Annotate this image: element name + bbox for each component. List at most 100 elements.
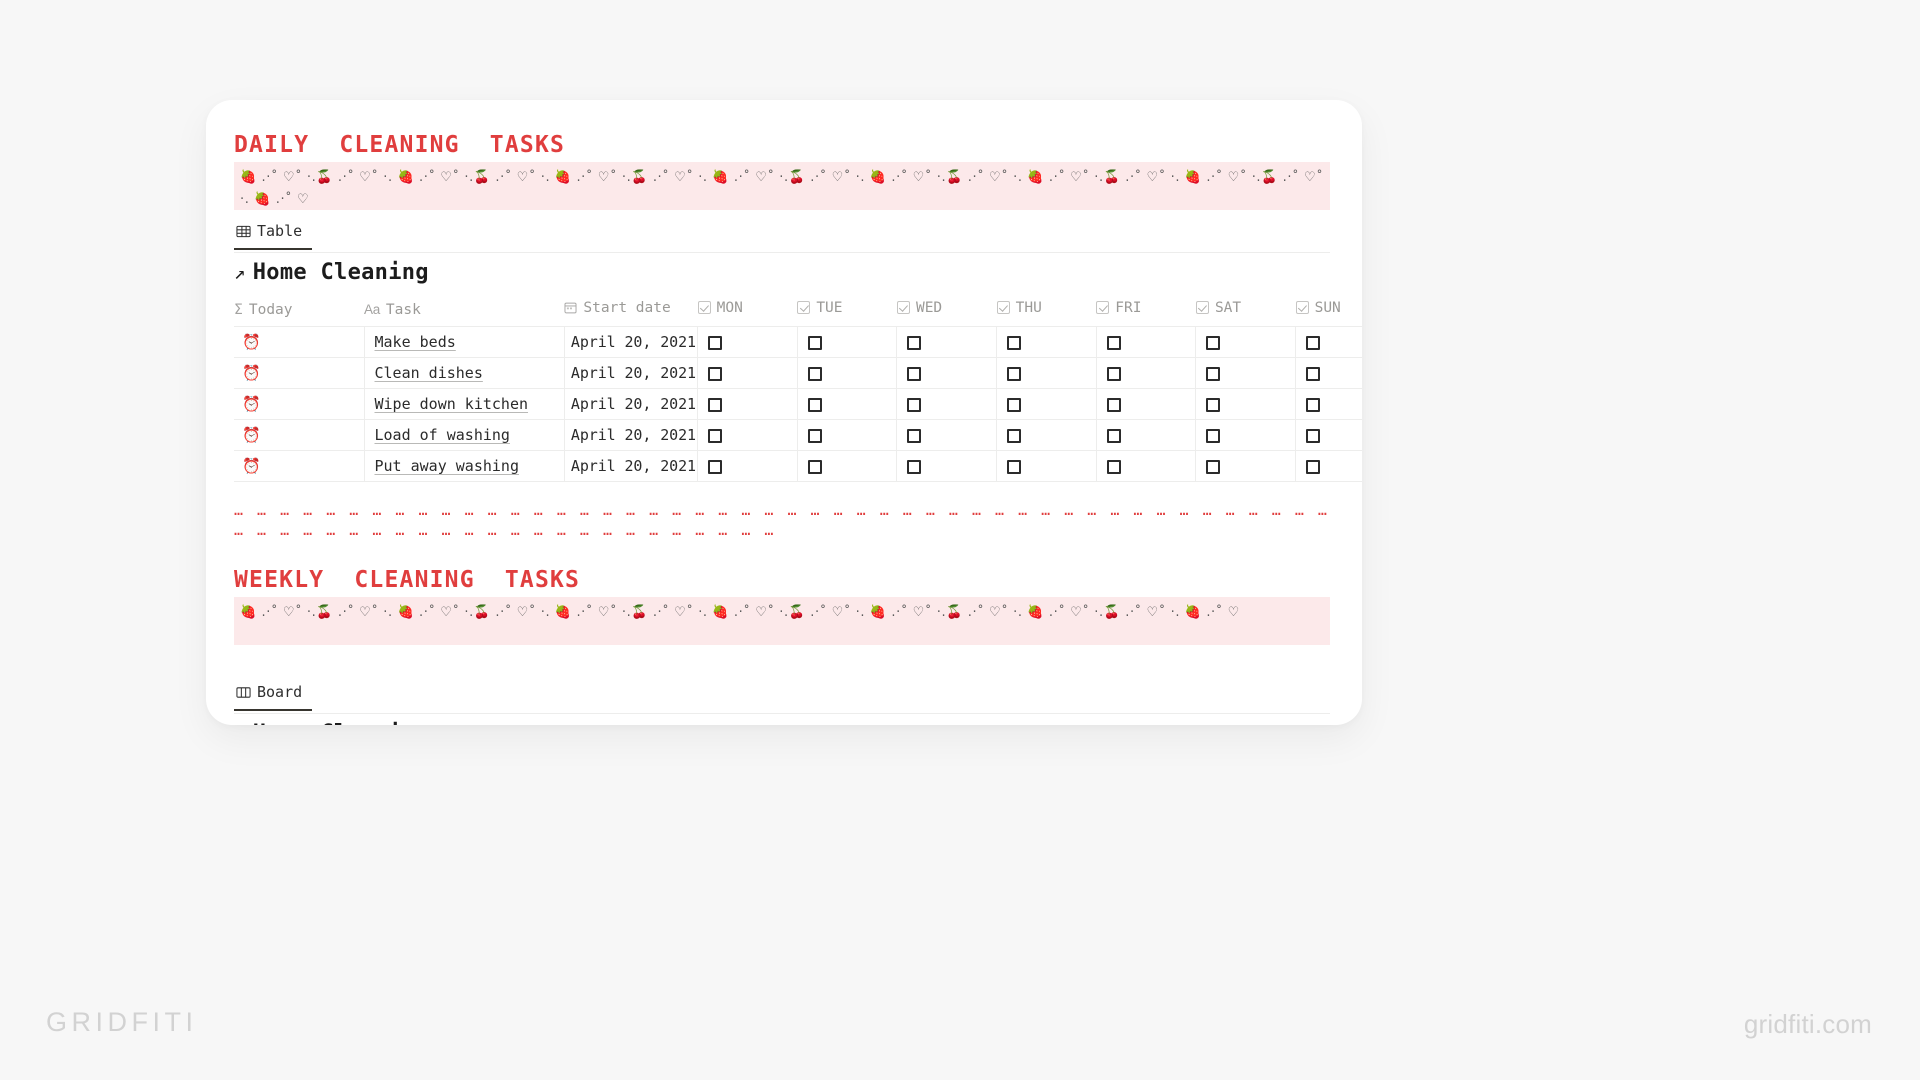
cell-task[interactable]: Wipe down kitchen bbox=[364, 388, 565, 420]
cell-tue[interactable] bbox=[797, 326, 898, 358]
cell-sat[interactable] bbox=[1195, 326, 1297, 358]
cell-thu[interactable] bbox=[996, 326, 1097, 358]
checkbox-sat[interactable] bbox=[1206, 428, 1221, 443]
checkbox-tue[interactable] bbox=[807, 366, 822, 381]
column-header-task[interactable]: Aa Task bbox=[364, 292, 564, 327]
checkbox-tue[interactable] bbox=[807, 335, 822, 350]
cell-task[interactable]: Clean dishes bbox=[364, 357, 565, 389]
cell-tue[interactable] bbox=[797, 419, 898, 451]
column-header-wed[interactable]: WED bbox=[896, 292, 997, 327]
weekly-database-title[interactable]: ↗ Home Cleaning bbox=[234, 721, 429, 725]
cell-wed[interactable] bbox=[896, 388, 998, 420]
checkbox-thu[interactable] bbox=[1007, 459, 1022, 474]
checkbox-tue[interactable] bbox=[807, 397, 822, 412]
column-header-mon[interactable]: MON bbox=[697, 292, 798, 327]
cell-start-date[interactable]: April 20, 2021 bbox=[564, 450, 699, 482]
cell-start-date[interactable]: April 20, 2021 bbox=[564, 357, 699, 389]
checkbox-mon[interactable] bbox=[708, 428, 723, 443]
column-header-thu[interactable]: THU bbox=[996, 292, 1097, 327]
cell-sun[interactable] bbox=[1295, 357, 1362, 389]
checkbox-mon[interactable] bbox=[708, 335, 723, 350]
cell-mon[interactable] bbox=[697, 357, 798, 389]
checkbox-icon bbox=[996, 301, 1010, 314]
checkbox-fri[interactable] bbox=[1106, 366, 1121, 381]
cell-start-date[interactable]: April 20, 2021 bbox=[564, 419, 699, 451]
cell-task[interactable]: Make beds bbox=[364, 326, 565, 358]
tab-board[interactable]: Board bbox=[234, 683, 313, 711]
cell-fri[interactable] bbox=[1096, 357, 1197, 389]
checkbox-fri[interactable] bbox=[1106, 397, 1121, 412]
cell-start-date[interactable]: April 20, 2021 bbox=[564, 326, 699, 358]
checkbox-fri[interactable] bbox=[1106, 459, 1121, 474]
tab-table[interactable]: Table bbox=[234, 222, 313, 250]
cell-mon[interactable] bbox=[697, 388, 798, 420]
column-header-sun[interactable]: SUN bbox=[1295, 292, 1362, 327]
cell-tue[interactable] bbox=[797, 450, 898, 482]
checkbox-sat[interactable] bbox=[1206, 366, 1221, 381]
column-header-fri[interactable]: FRI bbox=[1096, 292, 1196, 327]
checkbox-sat[interactable] bbox=[1206, 335, 1221, 350]
checkbox-sat[interactable] bbox=[1206, 459, 1221, 474]
checkbox-thu[interactable] bbox=[1007, 335, 1022, 350]
cell-mon[interactable] bbox=[697, 326, 798, 358]
task-link[interactable]: Load of washing bbox=[365, 426, 510, 444]
daily-database-title[interactable]: ↗ Home Cleaning bbox=[234, 260, 429, 285]
column-header-start-date[interactable]: Start date bbox=[564, 292, 697, 327]
cell-sat[interactable] bbox=[1195, 357, 1297, 389]
cell-tue[interactable] bbox=[797, 357, 898, 389]
checkbox-wed[interactable] bbox=[907, 397, 922, 412]
checkbox-mon[interactable] bbox=[708, 459, 723, 474]
cell-sun[interactable] bbox=[1295, 419, 1362, 451]
checkbox-sun[interactable] bbox=[1306, 397, 1321, 412]
column-header-today[interactable]: Σ Today bbox=[234, 292, 364, 327]
cell-task[interactable]: Put away washing bbox=[364, 450, 565, 482]
cell-thu[interactable] bbox=[996, 450, 1097, 482]
cell-sun[interactable] bbox=[1295, 450, 1362, 482]
checkbox-mon[interactable] bbox=[708, 366, 723, 381]
checkbox-sun[interactable] bbox=[1306, 335, 1321, 350]
checkbox-thu[interactable] bbox=[1007, 397, 1022, 412]
cell-thu[interactable] bbox=[996, 388, 1097, 420]
checkbox-tue[interactable] bbox=[807, 459, 822, 474]
checkbox-wed[interactable] bbox=[907, 366, 922, 381]
cell-wed[interactable] bbox=[896, 326, 998, 358]
checkbox-sun[interactable] bbox=[1306, 366, 1321, 381]
cell-sun[interactable] bbox=[1295, 326, 1362, 358]
column-header-tue[interactable]: TUE bbox=[797, 292, 897, 327]
cell-wed[interactable] bbox=[896, 419, 998, 451]
task-link[interactable]: Make beds bbox=[365, 333, 456, 351]
cell-mon[interactable] bbox=[697, 450, 798, 482]
cell-task[interactable]: Load of washing bbox=[364, 419, 565, 451]
cell-fri[interactable] bbox=[1096, 419, 1197, 451]
cell-wed[interactable] bbox=[896, 357, 998, 389]
task-link[interactable]: Clean dishes bbox=[365, 364, 483, 382]
cell-mon[interactable] bbox=[697, 419, 798, 451]
task-link[interactable]: Put away washing bbox=[365, 457, 520, 475]
cell-sat[interactable] bbox=[1195, 450, 1297, 482]
cell-thu[interactable] bbox=[996, 357, 1097, 389]
checkbox-mon[interactable] bbox=[708, 397, 723, 412]
cell-thu[interactable] bbox=[996, 419, 1097, 451]
cell-sat[interactable] bbox=[1195, 419, 1297, 451]
checkbox-sun[interactable] bbox=[1306, 428, 1321, 443]
checkbox-wed[interactable] bbox=[907, 428, 922, 443]
checkbox-sun[interactable] bbox=[1306, 459, 1321, 474]
checkbox-tue[interactable] bbox=[807, 428, 822, 443]
checkbox-fri[interactable] bbox=[1106, 428, 1121, 443]
cell-wed[interactable] bbox=[896, 450, 998, 482]
task-link[interactable]: Wipe down kitchen bbox=[365, 395, 529, 413]
cell-sun[interactable] bbox=[1295, 388, 1362, 420]
column-header-sat[interactable]: SAT bbox=[1195, 292, 1296, 327]
checkbox-wed[interactable] bbox=[907, 335, 922, 350]
checkbox-thu[interactable] bbox=[1007, 428, 1022, 443]
cell-tue[interactable] bbox=[797, 388, 898, 420]
checkbox-thu[interactable] bbox=[1007, 366, 1022, 381]
cell-fri[interactable] bbox=[1096, 326, 1197, 358]
checkbox-wed[interactable] bbox=[907, 459, 922, 474]
cell-sat[interactable] bbox=[1195, 388, 1297, 420]
cell-start-date[interactable]: April 20, 2021 bbox=[564, 388, 699, 420]
cell-fri[interactable] bbox=[1096, 388, 1197, 420]
cell-fri[interactable] bbox=[1096, 450, 1197, 482]
checkbox-sat[interactable] bbox=[1206, 397, 1221, 412]
checkbox-fri[interactable] bbox=[1106, 335, 1121, 350]
